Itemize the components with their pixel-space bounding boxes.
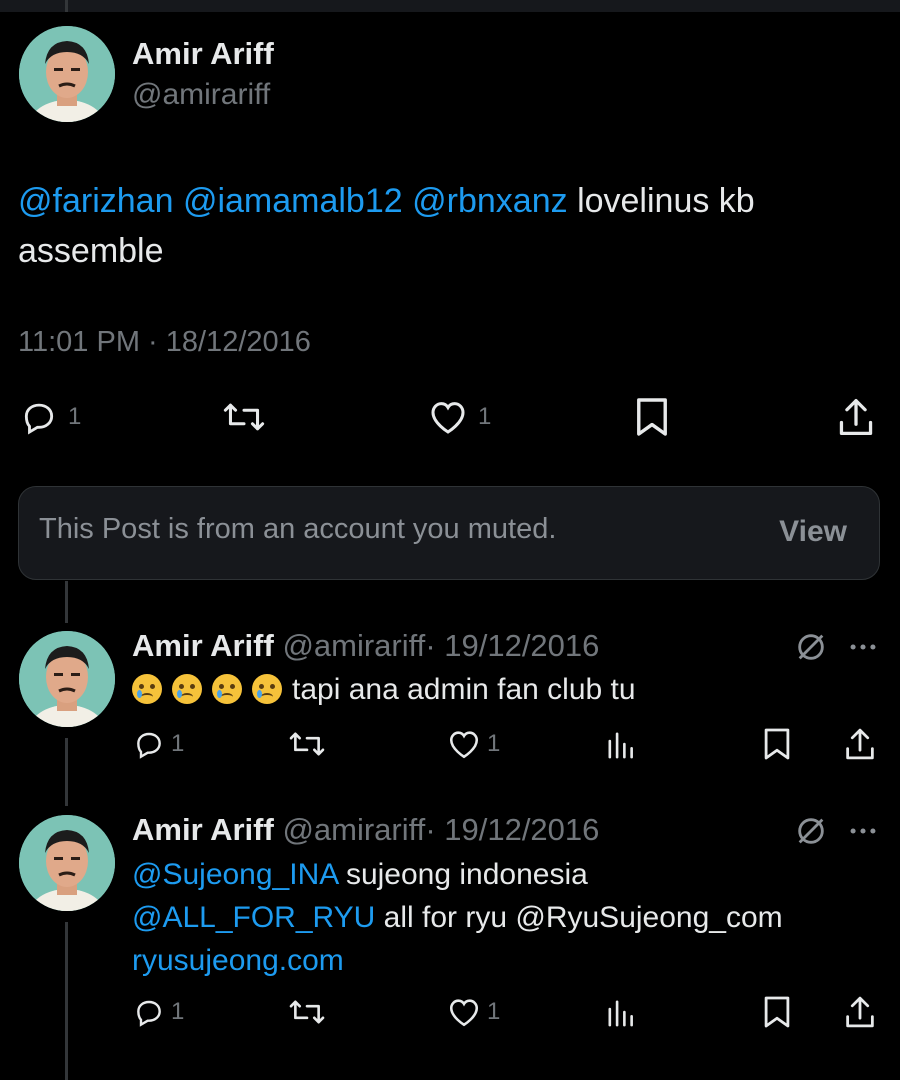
mention-link[interactable]: @farizhan [18, 182, 173, 220]
bar-chart-icon [608, 1000, 633, 1027]
author-name[interactable]: Amir Ariff [132, 628, 274, 663]
author-name[interactable]: Amir Ariff [132, 36, 274, 72]
reply-text: @Sujeong_INA sujeong indonesia @ALL_FOR_… [132, 853, 852, 982]
repost-arrows-icon [223, 403, 265, 431]
repost-arrows-icon [289, 1000, 325, 1024]
thread-line [65, 738, 68, 806]
share-button[interactable] [843, 726, 877, 762]
bar-chart-icon [608, 732, 633, 759]
reply-text-part: sujeong indonesia [345, 858, 588, 891]
crying-face-emoji [212, 674, 242, 704]
speech-bubble-icon [24, 403, 54, 435]
avatar[interactable] [19, 26, 115, 122]
mention-link[interactable]: @Sujeong_INA [132, 858, 338, 891]
author-handle[interactable]: @amirariff [282, 628, 425, 663]
muted-notice-text: This Post is from an account you muted. [39, 513, 557, 545]
repost-button[interactable] [288, 728, 326, 760]
slashed-circle-icon [798, 634, 824, 660]
like-count: 1 [487, 730, 501, 757]
avatar[interactable] [19, 631, 115, 727]
reply-date[interactable]: · 19/12/2016 [425, 812, 599, 847]
share-icon [839, 399, 873, 435]
speech-bubble-icon [137, 1000, 161, 1027]
muted-indicator [794, 630, 828, 669]
reply-button[interactable]: 1 [133, 728, 184, 760]
reply-button[interactable]: 1 [133, 996, 184, 1028]
heart-icon [449, 999, 479, 1027]
reply-header: Amir Ariff @amirariff· 19/12/2016 [132, 628, 599, 664]
bookmark-icon [764, 728, 790, 760]
crying-face-emoji [252, 674, 282, 704]
bookmark-button[interactable] [763, 726, 791, 762]
like-button[interactable]: 1 [447, 996, 500, 1028]
reply-button[interactable]: 1 [20, 398, 81, 436]
reply-text-part: tapi ana admin fan club tu [292, 673, 636, 706]
author-handle[interactable]: @amirariff [282, 812, 425, 847]
view-muted-post-button[interactable]: View [779, 515, 847, 549]
ellipsis-icon [850, 644, 876, 650]
share-icon [846, 996, 874, 1028]
mention-link[interactable]: @rbnxanz [412, 182, 567, 220]
like-button[interactable]: 1 [447, 728, 500, 760]
like-count: 1 [487, 998, 501, 1025]
repost-button[interactable] [222, 398, 266, 436]
repost-button[interactable] [288, 996, 326, 1028]
author-name[interactable]: Amir Ariff [132, 812, 274, 847]
top-bar [0, 0, 900, 12]
tweet-text-part: assemble [18, 232, 164, 270]
like-count: 1 [478, 403, 492, 430]
bookmark-button[interactable] [763, 994, 791, 1030]
reply-text-part: all for ryu @RyuSujeong_com [383, 901, 783, 934]
avatar-image [19, 815, 115, 911]
repost-arrows-icon [289, 732, 325, 756]
bookmark-icon [764, 996, 790, 1028]
reply-header: Amir Ariff @amirariff· 19/12/2016 [132, 812, 599, 848]
thread-line [65, 581, 68, 623]
reply-date[interactable]: · 19/12/2016 [425, 628, 599, 663]
avatar-image [19, 631, 115, 727]
share-button[interactable] [836, 396, 876, 438]
url-link[interactable]: ryusujeong.com [132, 944, 344, 977]
views-button[interactable] [605, 996, 635, 1028]
more-options-button[interactable] [846, 630, 880, 669]
tweet-text: @farizhan @iamamalb12 @rbnxanz lovelinus… [18, 176, 878, 276]
mention-link[interactable]: @ALL_FOR_RYU [132, 901, 375, 934]
tweet-text-part: lovelinus kb [577, 182, 755, 220]
crying-face-emoji [172, 674, 202, 704]
speech-bubble-icon [137, 732, 161, 759]
thread-line [65, 922, 68, 1080]
views-button[interactable] [605, 728, 635, 760]
ellipsis-icon [850, 828, 876, 834]
bookmark-button[interactable] [635, 396, 669, 438]
slashed-circle-icon [798, 818, 824, 844]
share-icon [846, 728, 874, 760]
heart-icon [449, 731, 479, 759]
author-handle[interactable]: @amirariff [132, 78, 270, 112]
more-options-button[interactable] [846, 814, 880, 853]
thread-line-top [65, 0, 68, 12]
reply-text: tapi ana admin fan club tu [132, 668, 852, 711]
heart-icon [431, 402, 465, 434]
tweet-timestamp[interactable]: 11:01 PM · 18/12/2016 [18, 326, 311, 359]
like-button[interactable]: 1 [428, 398, 491, 436]
crying-face-emoji [132, 674, 162, 704]
reply-count: 1 [68, 403, 82, 430]
reply-count: 1 [171, 730, 185, 757]
reply-count: 1 [171, 998, 185, 1025]
muted-post-notice: This Post is from an account you muted. … [18, 486, 880, 580]
avatar[interactable] [19, 815, 115, 911]
bookmark-icon [637, 398, 667, 436]
mention-link[interactable]: @iamamalb12 [183, 182, 403, 220]
share-button[interactable] [843, 994, 877, 1030]
muted-indicator [794, 814, 828, 853]
avatar-image [19, 26, 115, 122]
